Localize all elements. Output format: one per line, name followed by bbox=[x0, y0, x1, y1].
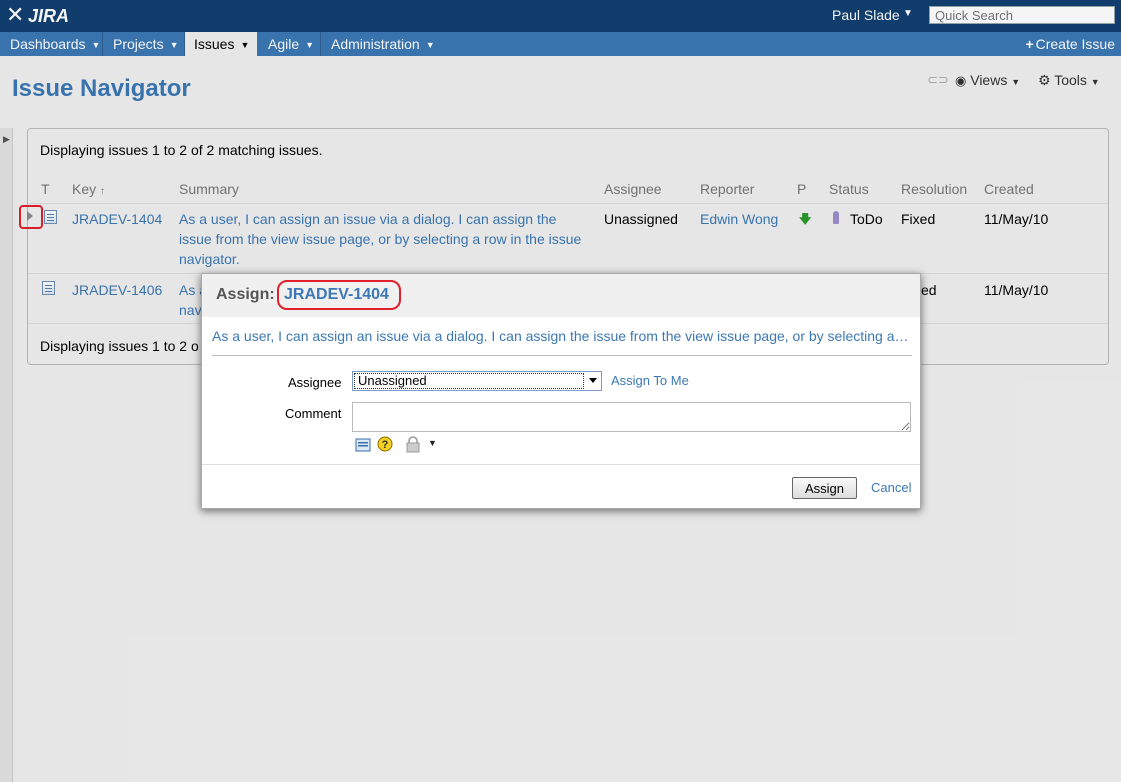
chevron-down-icon bbox=[589, 378, 597, 383]
comment-field[interactable] bbox=[352, 402, 911, 432]
lock-icon[interactable] bbox=[405, 436, 421, 453]
assignee-label: Assignee bbox=[288, 375, 342, 390]
highlight-box bbox=[277, 280, 401, 310]
cancel-link[interactable]: Cancel bbox=[871, 480, 911, 495]
assign-to-me-link[interactable]: Assign To Me bbox=[611, 373, 689, 388]
dialog-header: Assign: JRADEV-1404 bbox=[202, 274, 920, 317]
wiki-preview-icon[interactable] bbox=[355, 438, 371, 452]
chevron-down-icon[interactable]: ▼ bbox=[428, 438, 437, 448]
dialog-title: Assign: bbox=[216, 286, 275, 303]
svg-text:?: ? bbox=[382, 439, 389, 451]
assign-dialog: Assign: JRADEV-1404 As a user, I can ass… bbox=[201, 273, 921, 509]
assignee-selected-value: Unassigned bbox=[354, 373, 584, 389]
assignee-select[interactable]: Unassigned bbox=[352, 371, 602, 391]
divider bbox=[202, 464, 920, 465]
dialog-issue-summary[interactable]: As a user, I can assign an issue via a d… bbox=[212, 328, 912, 344]
assign-button[interactable]: Assign bbox=[792, 477, 857, 499]
comment-label: Comment bbox=[285, 406, 342, 421]
help-icon[interactable]: ? bbox=[376, 436, 394, 454]
divider bbox=[212, 355, 912, 356]
